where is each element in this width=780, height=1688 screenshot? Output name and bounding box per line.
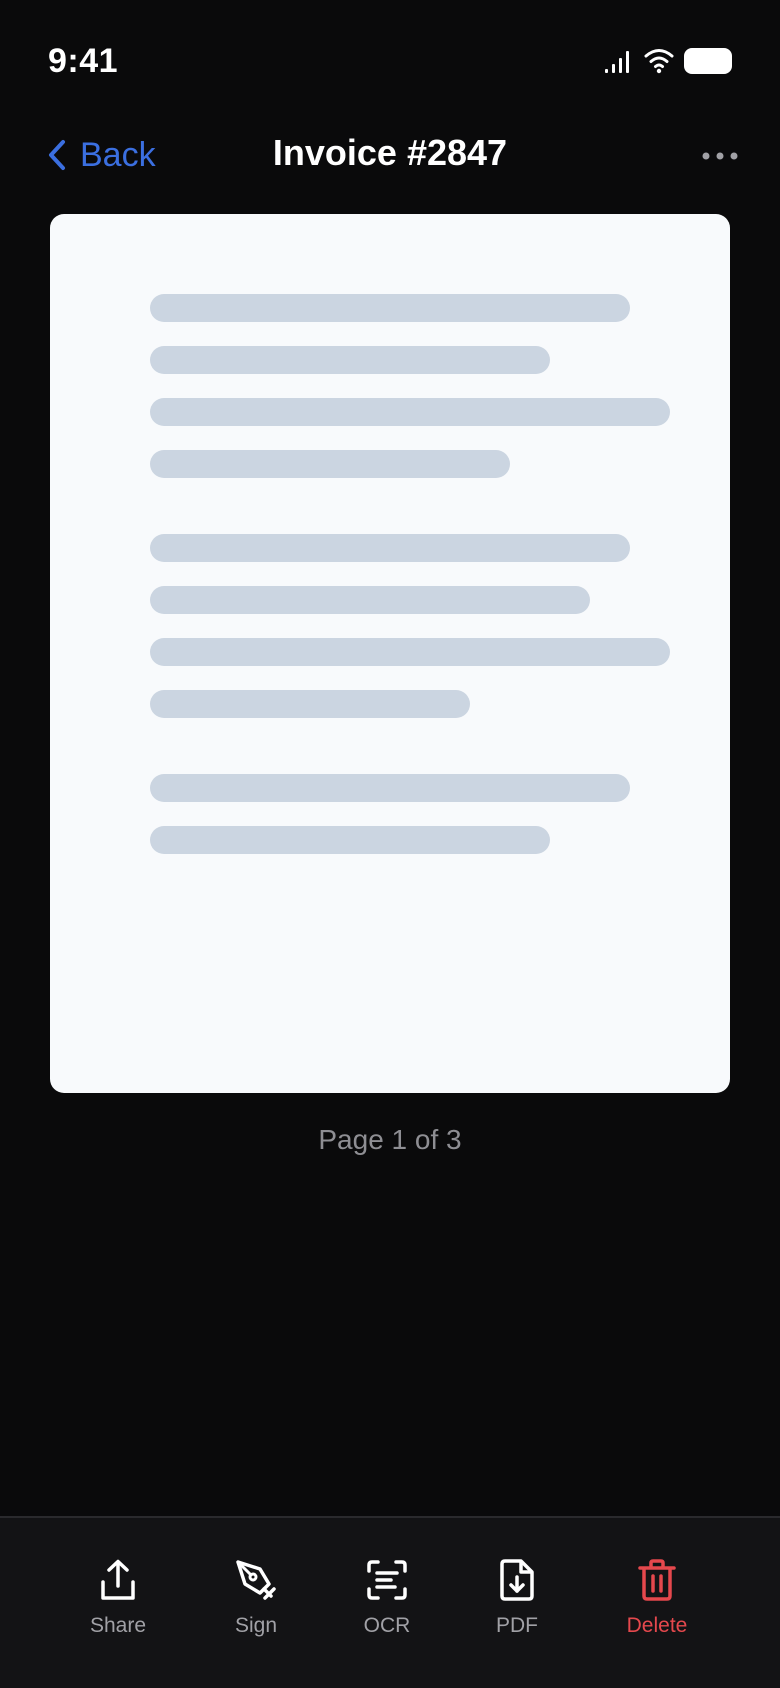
- page-indicator: Page 1 of 3: [318, 1124, 462, 1155]
- share-icon: [101, 1559, 135, 1600]
- placeholder-line: [150, 638, 670, 666]
- status-time: 9:41: [48, 42, 119, 80]
- page-title: Invoice #2847: [272, 132, 508, 173]
- bottom-toolbar: Share Sign OCR PDF Delete: [0, 1516, 780, 1688]
- delete-label: Delete: [626, 1614, 688, 1637]
- placeholder-line: [150, 294, 630, 322]
- nav-bar: Back Invoice #2847: [0, 110, 780, 200]
- placeholder-line: [150, 346, 550, 374]
- delete-button[interactable]: Delete: [602, 1538, 712, 1648]
- status-bar: 9:41: [0, 0, 780, 100]
- pdf-button[interactable]: PDF: [462, 1538, 572, 1648]
- placeholder-line: [150, 398, 670, 426]
- scan-text-icon: [367, 1560, 407, 1600]
- document-preview[interactable]: [50, 214, 730, 1093]
- more-horizontal-icon[interactable]: [700, 142, 740, 170]
- signal-icon: [605, 51, 629, 73]
- wifi-icon: [644, 49, 674, 74]
- trash-icon: [638, 1559, 676, 1601]
- pen-sign-icon: [236, 1560, 276, 1600]
- pdf-label: PDF: [496, 1614, 538, 1637]
- placeholder-line: [150, 774, 630, 802]
- sign-label: Sign: [234, 1614, 278, 1637]
- file-download-icon: [500, 1559, 534, 1601]
- ocr-label: OCR: [363, 1614, 411, 1637]
- battery-icon: [684, 48, 732, 74]
- placeholder-line: [150, 450, 510, 478]
- placeholder-line: [150, 534, 630, 562]
- placeholder-line: [150, 586, 590, 614]
- placeholder-line: [150, 690, 470, 718]
- placeholder-line: [150, 826, 550, 854]
- ocr-button[interactable]: OCR: [332, 1538, 442, 1648]
- share-button[interactable]: Share: [63, 1538, 173, 1648]
- share-label: Share: [89, 1614, 147, 1637]
- document-viewer-screen: 9:41 Back Invoice #2847 Page 1 of 3 Shar…: [0, 0, 780, 1688]
- sign-button[interactable]: Sign: [201, 1538, 311, 1648]
